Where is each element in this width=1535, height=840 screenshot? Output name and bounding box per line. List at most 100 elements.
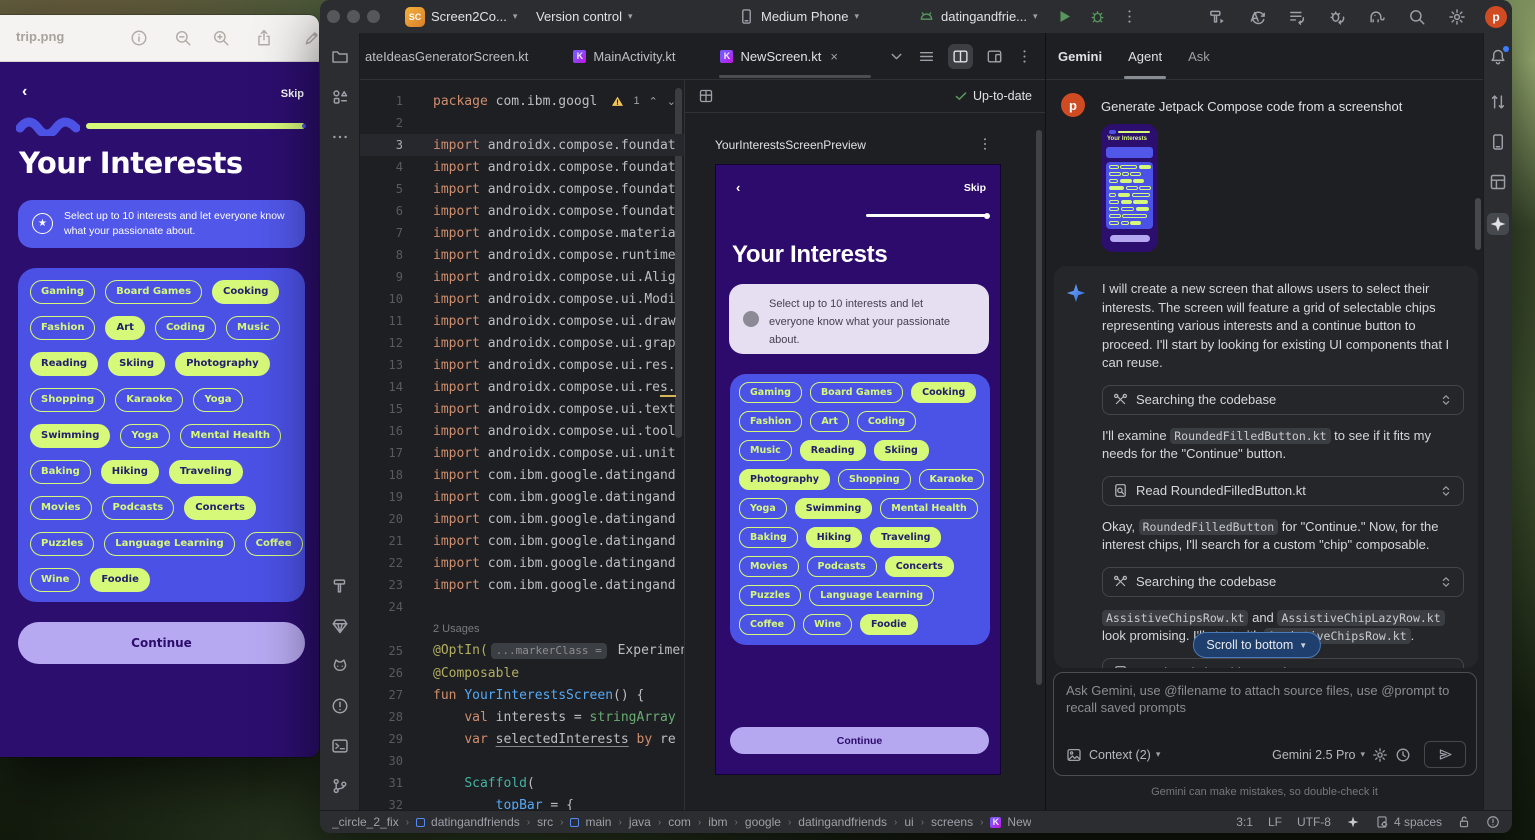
breadcrumb-item[interactable]: _circle_2_fix xyxy=(332,815,399,829)
interest-chip[interactable]: Fashion xyxy=(739,411,802,432)
code-line[interactable]: 8import androidx.compose.runtime xyxy=(360,244,684,266)
code-view-icon[interactable] xyxy=(918,48,935,65)
unfold-icon[interactable] xyxy=(1439,393,1453,407)
project-folder-icon[interactable] xyxy=(331,48,349,66)
attach-debugger-icon[interactable] xyxy=(1328,8,1346,26)
interest-chip[interactable]: Board Games xyxy=(810,382,903,403)
unfold-icon[interactable] xyxy=(1439,575,1453,589)
interest-chip[interactable]: Skiing xyxy=(108,352,165,376)
interest-chip[interactable]: Swimming xyxy=(30,424,110,448)
interest-chip[interactable]: Puzzles xyxy=(739,585,801,606)
debug-button[interactable] xyxy=(1089,8,1106,25)
share-icon[interactable] xyxy=(255,29,273,47)
terminal-icon[interactable] xyxy=(331,737,349,755)
build-run-icon[interactable] xyxy=(1208,8,1226,26)
breadcrumb-item[interactable]: KNew xyxy=(990,815,1031,829)
interest-chip[interactable]: Podcasts xyxy=(102,496,175,520)
scroll-to-bottom-button[interactable]: Scroll to bottom▼ xyxy=(1192,632,1321,658)
gemini-prompt-input[interactable]: Ask Gemini, use @filename to attach sour… xyxy=(1053,672,1477,776)
code-line[interactable]: 31 Scaffold( xyxy=(360,772,684,794)
info-icon[interactable] xyxy=(130,29,148,47)
interest-chip[interactable]: Traveling xyxy=(169,460,243,484)
preview-layout-icon[interactable] xyxy=(698,88,714,104)
interest-chip[interactable]: Music xyxy=(739,440,792,461)
interest-chip[interactable]: Movies xyxy=(30,496,92,520)
file-encoding[interactable]: UTF-8 xyxy=(1297,815,1331,829)
interest-chip[interactable]: Concerts xyxy=(885,556,954,577)
editor-tab-mainactivity-kt[interactable]: KMainActivity.kt xyxy=(573,49,675,64)
traffic-light-close-icon[interactable] xyxy=(327,10,340,23)
interest-chip[interactable]: Concerts xyxy=(184,496,256,520)
code-line[interactable]: 2 xyxy=(360,112,684,134)
breadcrumb-item[interactable]: ui xyxy=(904,815,913,829)
build-icon[interactable] xyxy=(331,577,349,595)
gemini-step-expander[interactable]: Searching the codebase xyxy=(1102,385,1464,415)
breadcrumb-item[interactable]: screens xyxy=(931,815,973,829)
indent-widget[interactable]: 4 spaces xyxy=(1375,815,1442,829)
code-line[interactable]: 1package com.ibm.googl1⌃⌄ xyxy=(360,90,684,112)
code-line[interactable]: 21import com.ibm.google.datingand xyxy=(360,530,684,552)
interest-chip[interactable]: Coding xyxy=(155,316,216,340)
gemini-step-expander[interactable]: Read RoundedFilledButton.kt xyxy=(1102,476,1464,506)
logcat-icon[interactable] xyxy=(331,657,349,675)
interest-chip[interactable]: Swimming xyxy=(795,498,873,519)
code-line[interactable]: 32 topBar = { xyxy=(360,794,684,810)
vcs-widget[interactable]: Version control▾ xyxy=(536,0,633,33)
code-line[interactable]: 18import com.ibm.google.datingand xyxy=(360,464,684,486)
editor-kebab-icon[interactable] xyxy=(1016,48,1033,65)
interest-chip[interactable]: Puzzles xyxy=(30,532,94,556)
interest-chip[interactable]: Coffee xyxy=(245,532,303,556)
preview-name[interactable]: YourInterestsScreenPreview xyxy=(715,138,866,152)
readonly-lock-icon[interactable] xyxy=(1457,815,1471,829)
version-control-icon[interactable] xyxy=(331,777,349,795)
interest-chip[interactable]: Language Learning xyxy=(104,532,234,556)
interest-chip[interactable]: Cooking xyxy=(212,280,279,304)
more-actions-icon[interactable] xyxy=(1121,8,1138,25)
code-line[interactable]: 29 var selectedInterests by re xyxy=(360,728,684,750)
code-line[interactable]: 13import androidx.compose.ui.res. xyxy=(360,354,684,376)
breadcrumb-item[interactable]: ibm xyxy=(708,815,727,829)
interest-chip[interactable]: Music xyxy=(226,316,280,340)
run-configuration-selector[interactable]: datingandfrie...▾ xyxy=(918,0,1038,33)
interest-chip[interactable]: Wine xyxy=(803,614,852,635)
gemini-step-expander[interactable]: Searching the codebase xyxy=(1102,567,1464,597)
traffic-light-minimize-icon[interactable] xyxy=(347,10,360,23)
unfold-icon[interactable] xyxy=(1439,484,1453,498)
interest-chip[interactable]: Reading xyxy=(30,352,98,376)
code-line[interactable]: 22import com.ibm.google.datingand xyxy=(360,552,684,574)
device-selector[interactable]: Medium Phone▾ xyxy=(738,0,859,33)
interest-chip[interactable]: Mental Health xyxy=(180,424,282,448)
editor-tab-newscreen-kt[interactable]: KNewScreen.kt× xyxy=(720,49,838,64)
screenshot-thumbnail[interactable]: Your Interests xyxy=(1101,124,1158,252)
line-annotations[interactable]: 1⌃⌄ xyxy=(611,90,676,112)
interest-chip[interactable]: Gaming xyxy=(30,280,95,304)
interest-chip[interactable]: Mental Health xyxy=(880,498,978,519)
interest-chip[interactable]: Yoga xyxy=(739,498,787,519)
breadcrumb-item[interactable]: main xyxy=(570,815,611,829)
device-explorer-icon[interactable] xyxy=(1489,133,1507,151)
interest-chip[interactable]: Podcasts xyxy=(807,556,877,577)
interest-chip[interactable]: Baking xyxy=(30,460,91,484)
preview-kebab-icon[interactable] xyxy=(977,136,993,152)
code-line[interactable]: 17import androidx.compose.ui.unit xyxy=(360,442,684,464)
editor-tab-ateideasgeneratorscreen-kt[interactable]: ateIdeasGeneratorScreen.kt xyxy=(365,49,528,64)
interest-chip[interactable]: Traveling xyxy=(870,527,941,548)
interest-chip[interactable]: Coffee xyxy=(739,614,795,635)
code-line[interactable]: 14import androidx.compose.ui.res. xyxy=(360,376,684,398)
app-insights-icon[interactable] xyxy=(331,617,349,635)
zoom-out-icon[interactable] xyxy=(174,29,192,47)
code-line[interactable]: 24 xyxy=(360,596,684,618)
interest-chip[interactable]: Board Games xyxy=(105,280,202,304)
apply-changes-icon[interactable] xyxy=(1248,8,1266,26)
project-selector[interactable]: SC Screen2Co...▾ xyxy=(405,0,517,33)
context-dropdown[interactable]: Context (2)▾ xyxy=(1089,748,1160,762)
interest-chip[interactable]: Language Learning xyxy=(809,585,934,606)
breadcrumb-item[interactable]: google xyxy=(745,815,781,829)
search-icon[interactable] xyxy=(1408,8,1426,26)
gradle-sync-icon[interactable] xyxy=(1368,8,1386,26)
attach-image-icon[interactable] xyxy=(1066,747,1082,763)
breadcrumb-item[interactable]: java xyxy=(629,815,651,829)
interest-chip[interactable]: Art xyxy=(105,316,144,340)
interest-chip[interactable]: Foodie xyxy=(90,568,150,592)
interest-chip[interactable]: Fashion xyxy=(30,316,95,340)
